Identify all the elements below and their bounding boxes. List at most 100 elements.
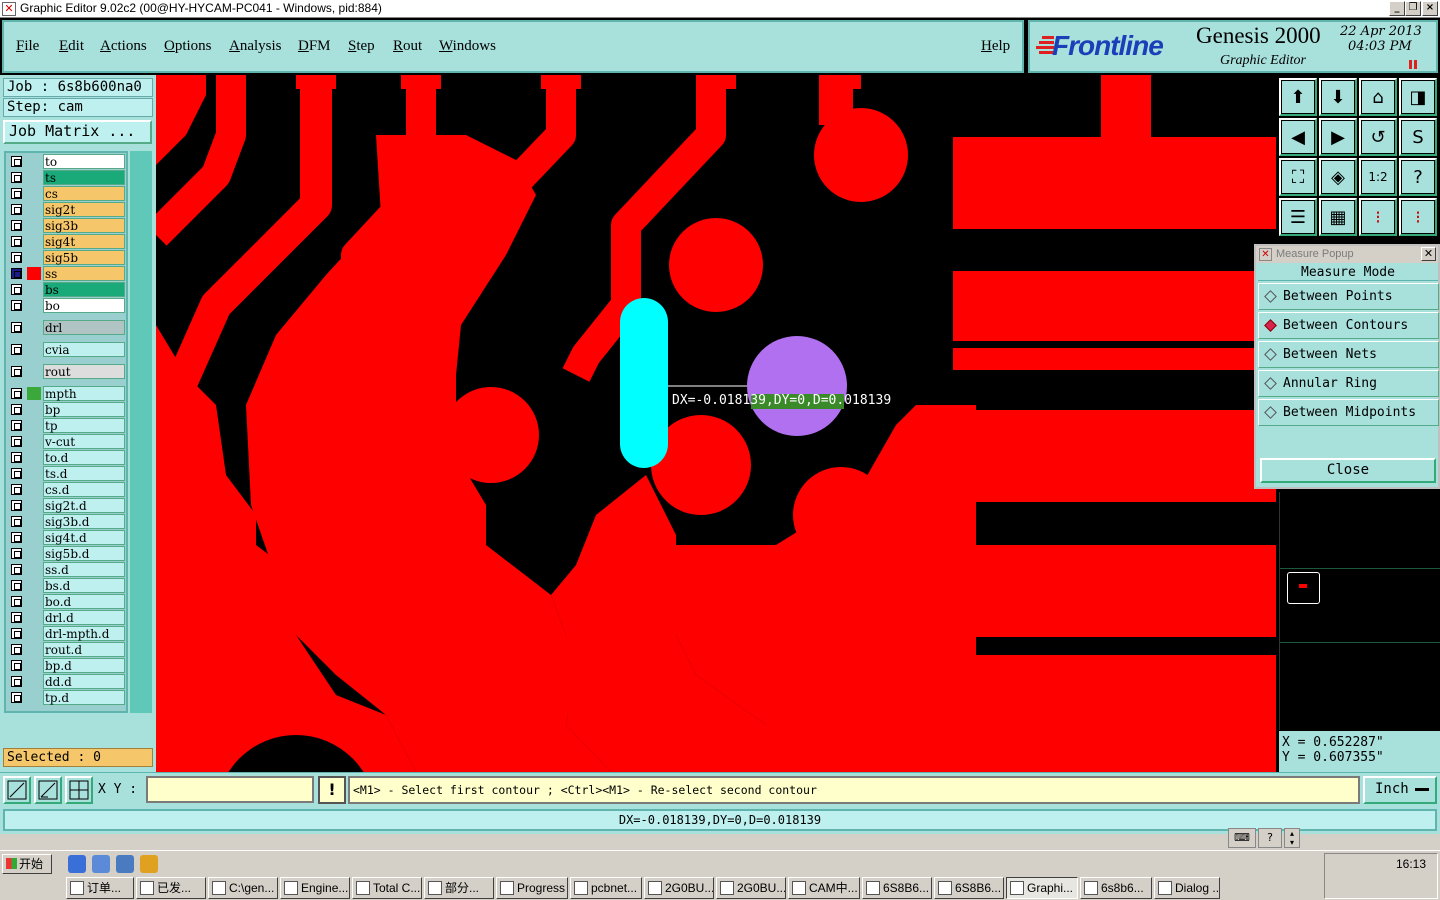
layer-name[interactable]: ss.d xyxy=(43,562,125,577)
mode-between-contours[interactable]: Between Contours xyxy=(1258,312,1439,339)
taskbar-item[interactable]: Total C... xyxy=(352,877,422,899)
taskbar-item[interactable]: Engine... xyxy=(280,877,350,899)
layer-checkbox[interactable] xyxy=(11,204,22,215)
layer-name[interactable]: sig2t xyxy=(43,202,125,217)
layer-row-bo.d[interactable]: bo.d xyxy=(8,594,126,609)
layer-checkbox[interactable] xyxy=(11,500,22,511)
layer-row-tp[interactable]: tp xyxy=(8,418,126,433)
layer-name[interactable]: bo xyxy=(43,298,125,313)
taskbar-item[interactable]: Graphi... xyxy=(1006,877,1078,899)
mode-between-points[interactable]: Between Points xyxy=(1258,283,1439,310)
popup-close-icon[interactable]: ✕ xyxy=(1421,247,1436,261)
mode-between-nets[interactable]: Between Nets xyxy=(1258,341,1439,368)
layer-checkbox[interactable] xyxy=(11,644,22,655)
layer-row-drl.d[interactable]: drl.d xyxy=(8,610,126,625)
layer-name[interactable]: drl-mpth.d xyxy=(43,626,125,641)
pan-right-icon[interactable]: ▶ xyxy=(1319,118,1357,156)
help-query-icon[interactable]: ? xyxy=(1399,158,1437,196)
house-icon[interactable]: ⌂ xyxy=(1359,78,1397,116)
zoom-center-icon[interactable]: ◈ xyxy=(1319,158,1357,196)
snap-grid-icon[interactable] xyxy=(65,776,93,804)
taskbar-item[interactable]: Dialog ... xyxy=(1154,877,1220,899)
quicklaunch-icon[interactable] xyxy=(116,855,134,873)
layer-name[interactable]: tp.d xyxy=(43,690,125,705)
layer-row-ss[interactable]: ss xyxy=(8,266,126,281)
xy-input[interactable] xyxy=(146,776,314,803)
layer-checkbox[interactable] xyxy=(11,404,22,415)
minimize-button[interactable]: _ xyxy=(1389,1,1405,16)
layer-row-ts[interactable]: ts xyxy=(8,170,126,185)
layer-name[interactable]: cvia xyxy=(43,342,125,357)
layer-checkbox[interactable] xyxy=(11,172,22,183)
pause-icon[interactable] xyxy=(1408,60,1418,69)
layer-checkbox[interactable] xyxy=(11,188,22,199)
layer-name[interactable]: drl xyxy=(43,320,125,335)
layer-checkbox[interactable] xyxy=(11,252,22,263)
layer-name[interactable]: rout xyxy=(43,364,125,379)
layer-name[interactable]: bo.d xyxy=(43,594,125,609)
quicklaunch-icon[interactable] xyxy=(140,855,158,873)
layer-name[interactable]: bp.d xyxy=(43,658,125,673)
layer-checkbox[interactable] xyxy=(11,484,22,495)
layer-name[interactable]: cs.d xyxy=(43,482,125,497)
taskbar-item[interactable]: 已发... xyxy=(136,877,206,899)
graphic-canvas[interactable]: DX=-0.018139,DY=0,D=0.018139 xyxy=(156,75,1276,772)
layer-checkbox[interactable] xyxy=(11,628,22,639)
menu-file[interactable]: File xyxy=(16,38,39,55)
layer-row-sig5b.d[interactable]: sig5b.d xyxy=(8,546,126,561)
menu-edit[interactable]: Edit xyxy=(59,38,84,55)
layer-checkbox[interactable] xyxy=(11,676,22,687)
layer-name[interactable]: mpth xyxy=(43,386,125,401)
layer-row-v-cut[interactable]: v-cut xyxy=(8,434,126,449)
layer-checkbox[interactable] xyxy=(11,564,22,575)
layer-checkbox[interactable] xyxy=(11,660,22,671)
layer-name[interactable]: to xyxy=(43,154,125,169)
taskbar-item[interactable]: 2G0BU... xyxy=(716,877,786,899)
layer-name[interactable]: ts.d xyxy=(43,466,125,481)
taskbar-item[interactable]: 6S8B6... xyxy=(934,877,1004,899)
pan-left-icon[interactable]: ◀ xyxy=(1279,118,1317,156)
quicklaunch-icon[interactable] xyxy=(92,855,110,873)
layer-row-to.d[interactable]: to.d xyxy=(8,450,126,465)
menu-rout[interactable]: Rout xyxy=(393,38,422,55)
job-matrix-button[interactable]: Job Matrix ... xyxy=(3,120,152,144)
close-window-button[interactable]: × xyxy=(1422,1,1438,16)
fit-window-icon[interactable]: ◨ xyxy=(1399,78,1437,116)
settings-sliders-icon[interactable]: ☰ xyxy=(1279,198,1317,236)
taskbar-item[interactable]: CAM中... xyxy=(788,877,860,899)
layer-name[interactable]: ts xyxy=(43,170,125,185)
mirror-icon[interactable]: S xyxy=(1399,118,1437,156)
mode-annular-ring[interactable]: Annular Ring xyxy=(1258,370,1439,397)
layer-row-sig4t.d[interactable]: sig4t.d xyxy=(8,530,126,545)
layer-row-sig2t[interactable]: sig2t xyxy=(8,202,126,217)
layer-name[interactable]: sig2t.d xyxy=(43,498,125,513)
layer-name[interactable]: v-cut xyxy=(43,434,125,449)
alert-icon[interactable]: ! xyxy=(318,776,346,804)
layer-row-dd.d[interactable]: dd.d xyxy=(8,674,126,689)
one-to-one-icon[interactable]: 1:2 xyxy=(1359,158,1397,196)
layer-row-to[interactable]: to xyxy=(8,154,126,169)
layer-name[interactable]: bs.d xyxy=(43,578,125,593)
layer-checkbox[interactable] xyxy=(11,436,22,447)
layer-row-sig3b[interactable]: sig3b xyxy=(8,218,126,233)
layer-row-drl-mpth.d[interactable]: drl-mpth.d xyxy=(8,626,126,641)
layer-name[interactable]: dd.d xyxy=(43,674,125,689)
layer-row-ts.d[interactable]: ts.d xyxy=(8,466,126,481)
layer-checkbox[interactable] xyxy=(11,344,22,355)
layer-name[interactable]: sig4t.d xyxy=(43,530,125,545)
layer-name[interactable]: sig3b.d xyxy=(43,514,125,529)
layer-row-sig4t[interactable]: sig4t xyxy=(8,234,126,249)
layer-name[interactable]: rout.d xyxy=(43,642,125,657)
layer-checkbox[interactable] xyxy=(11,300,22,311)
layer-name[interactable]: sig4t xyxy=(43,234,125,249)
menu-analysis[interactable]: Analysis xyxy=(229,38,282,55)
start-button[interactable]: 开始 xyxy=(2,854,52,874)
layer-checkbox[interactable] xyxy=(11,366,22,377)
layer-checkbox[interactable] xyxy=(11,420,22,431)
taskbar-item[interactable]: 订单... xyxy=(66,877,134,899)
taskbar-item[interactable]: pcbnet... xyxy=(570,877,642,899)
layer-name[interactable]: bp xyxy=(43,402,125,417)
home-icon[interactable]: ⬆ xyxy=(1279,78,1317,116)
layer-stack-red-icon[interactable]: ⁝ xyxy=(1359,198,1397,236)
layer-name[interactable]: tp xyxy=(43,418,125,433)
